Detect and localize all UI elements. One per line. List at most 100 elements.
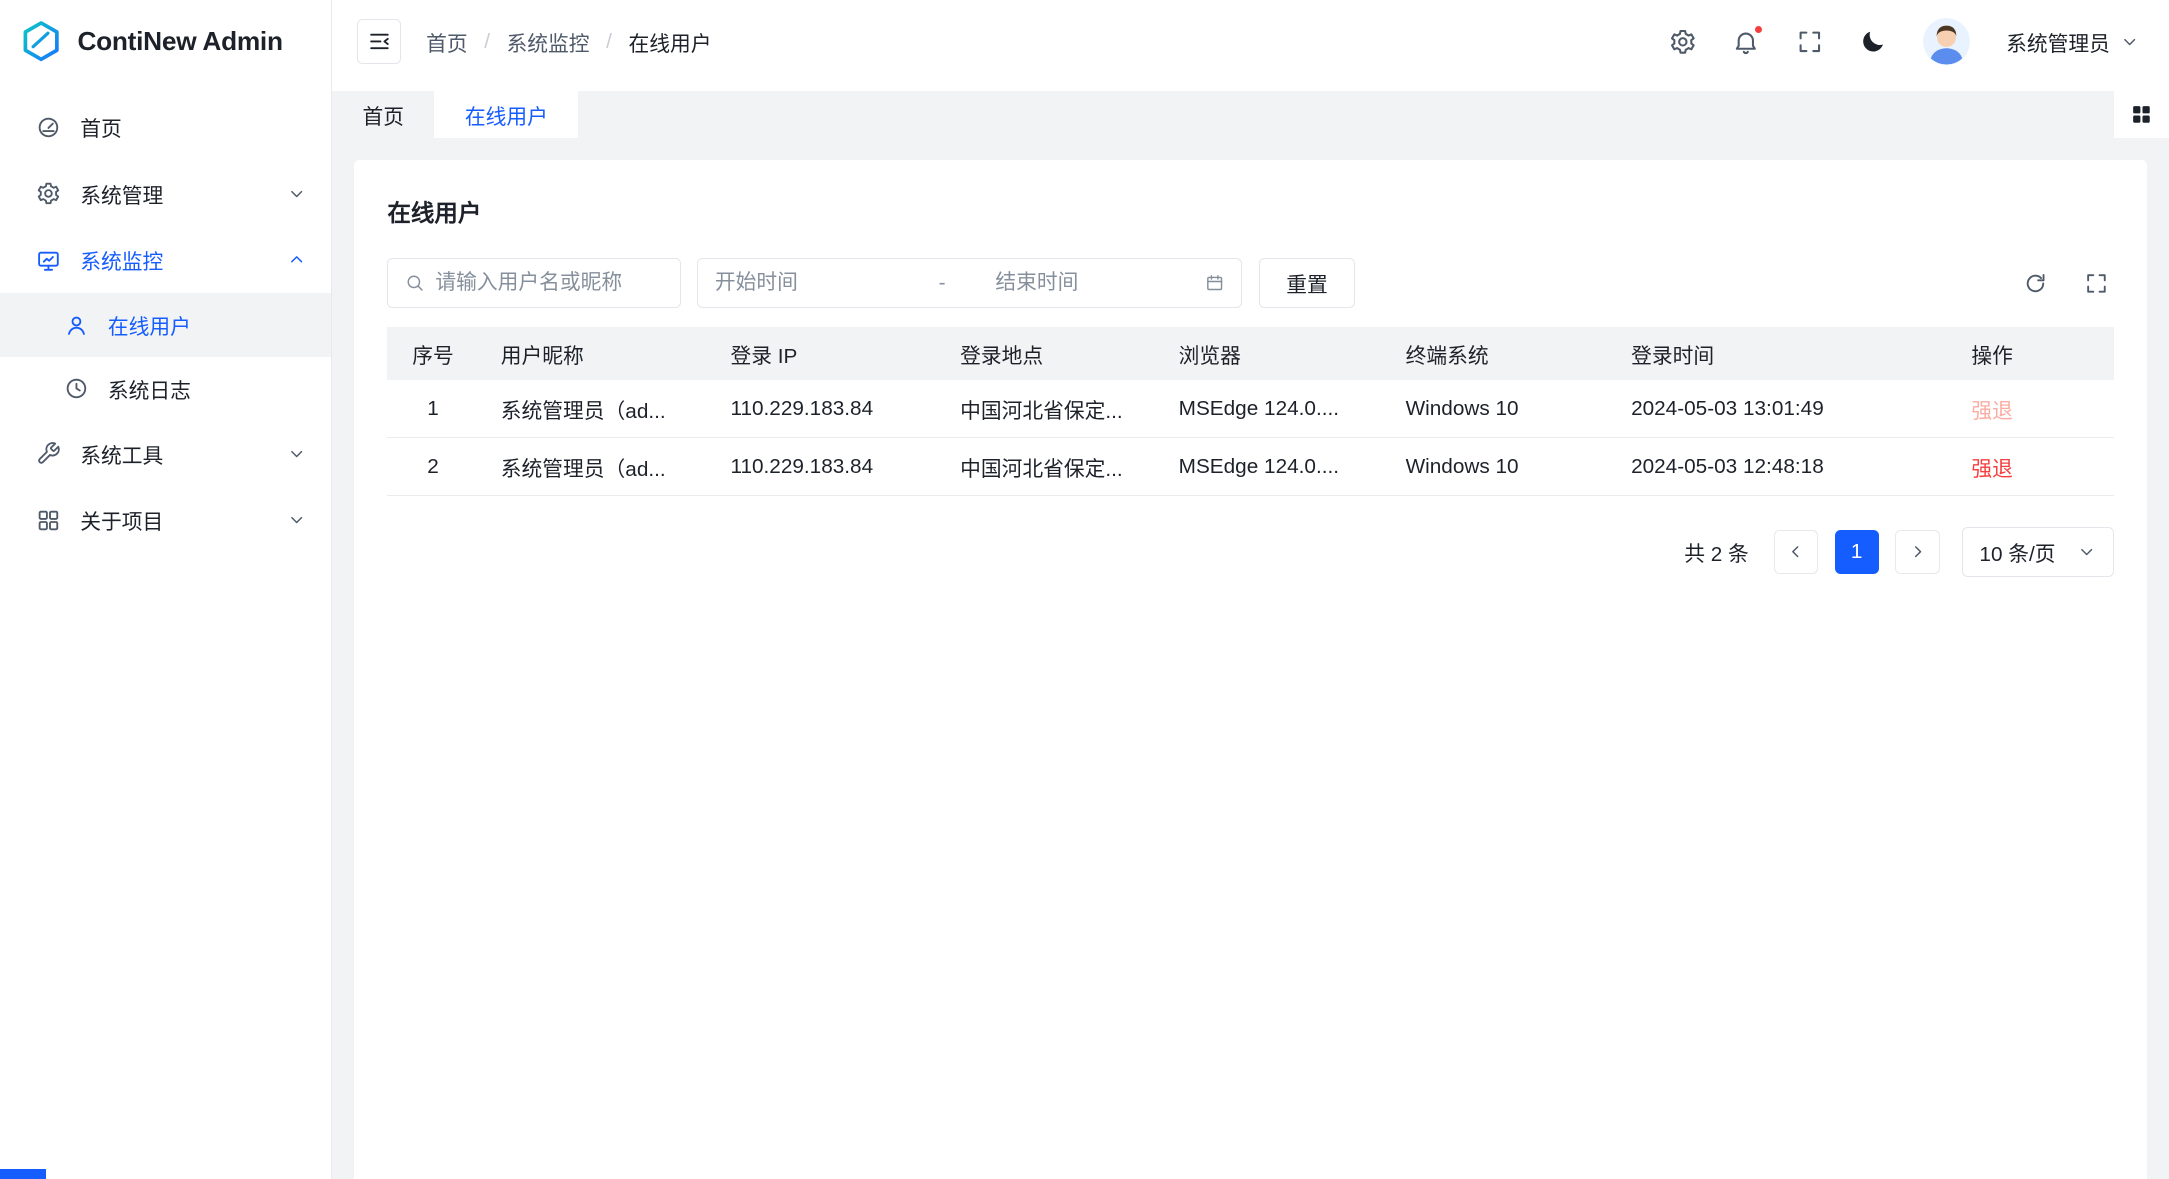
- table-row: 2 系统管理员（ad... 110.229.183.84 中国河北省保定... …: [387, 438, 2114, 496]
- chevron-down-icon: [2120, 32, 2139, 51]
- cell-browser: MSEdge 124.0....: [1157, 438, 1384, 496]
- content-area: 在线用户 - 重置: [332, 138, 2169, 1178]
- cell-nickname: 系统管理员（ad...: [479, 380, 709, 438]
- force-logout-link[interactable]: 强退: [1971, 458, 2013, 481]
- date-range-picker[interactable]: -: [697, 258, 1242, 308]
- menu-fold-icon: [367, 29, 392, 54]
- column-header-ip: 登录 IP: [708, 327, 938, 380]
- app-title: ContiNew Admin: [77, 26, 282, 57]
- column-header-login-time: 登录时间: [1609, 327, 1949, 380]
- reset-button[interactable]: 重置: [1259, 258, 1355, 308]
- prev-page-button[interactable]: [1774, 530, 1818, 574]
- toolbar: - 重置: [387, 258, 2114, 308]
- sidebar-item-home[interactable]: 首页: [0, 94, 331, 160]
- chevron-down-icon: [2077, 542, 2096, 561]
- search-box[interactable]: [387, 258, 680, 308]
- grid-icon: [2129, 102, 2154, 127]
- notifications-button[interactable]: [1732, 28, 1760, 56]
- sidebar-item-system-logs[interactable]: 系统日志: [0, 357, 331, 421]
- sidebar-bottom-accent: [0, 1169, 46, 1179]
- tab-home[interactable]: 首页: [332, 91, 434, 138]
- calendar-icon: [1205, 273, 1224, 292]
- breadcrumb-item-system-monitor[interactable]: 系统监控: [507, 27, 590, 57]
- tab-actions-button[interactable]: [2114, 91, 2169, 138]
- chevron-down-icon: [287, 184, 306, 203]
- breadcrumb: 首页 / 系统监控 / 在线用户: [426, 27, 711, 57]
- sidebar-menu: 首页 系统管理 系统监控 在线用户 系统日志 系统工具: [0, 83, 331, 553]
- table-header-row: 序号 用户昵称 登录 IP 登录地点 浏览器 终端系统 登录时间 操作: [387, 327, 2114, 380]
- online-users-card: 在线用户 - 重置: [354, 160, 2147, 1178]
- sidebar-item-label: 首页: [80, 112, 122, 142]
- chevron-down-icon: [287, 510, 306, 529]
- moon-icon: [1859, 28, 1887, 56]
- sidebar-collapse-button[interactable]: [357, 19, 401, 63]
- settings-button[interactable]: [1669, 28, 1697, 56]
- chevron-right-icon: [1908, 542, 1927, 561]
- cell-ip: 110.229.183.84: [708, 380, 938, 438]
- force-logout-link[interactable]: 强退: [1971, 400, 2013, 423]
- column-header-index: 序号: [387, 327, 478, 380]
- column-header-actions: 操作: [1949, 327, 2114, 380]
- sidebar-item-label: 在线用户: [108, 310, 191, 340]
- column-header-os: 终端系统: [1383, 327, 1609, 380]
- clock-icon: [64, 376, 89, 401]
- table-fullscreen-button[interactable]: [2084, 271, 2109, 296]
- user-menu[interactable]: 系统管理员: [2006, 27, 2139, 57]
- avatar[interactable]: [1923, 18, 1970, 65]
- pagination: 共 2 条 1 10 条/页: [387, 527, 2114, 577]
- page-size-select[interactable]: 10 条/页: [1962, 527, 2114, 577]
- sidebar-item-label: 系统管理: [80, 179, 163, 209]
- breadcrumb-item-online-users: 在线用户: [629, 27, 712, 57]
- avatar-image: [1923, 18, 1970, 65]
- current-page-button[interactable]: 1: [1835, 530, 1879, 574]
- page-title: 在线用户: [387, 194, 2114, 228]
- fullscreen-icon: [1796, 28, 1824, 56]
- top-header: 首页 / 系统监控 / 在线用户: [332, 0, 2169, 83]
- tab-online-users[interactable]: 在线用户: [434, 91, 578, 138]
- page-size-value: 10 条/页: [1979, 537, 2055, 567]
- cell-nickname: 系统管理员（ad...: [479, 438, 709, 496]
- date-separator: -: [925, 271, 984, 295]
- app-logo[interactable]: ContiNew Admin: [0, 0, 331, 83]
- column-header-location: 登录地点: [938, 327, 1157, 380]
- column-header-browser: 浏览器: [1157, 327, 1384, 380]
- search-icon: [405, 273, 424, 292]
- dashboard-icon: [36, 115, 61, 140]
- sidebar-item-label: 关于项目: [80, 505, 163, 535]
- cell-index: 2: [387, 438, 478, 496]
- fullscreen-button[interactable]: [1796, 28, 1824, 56]
- table-row: 1 系统管理员（ad... 110.229.183.84 中国河北省保定... …: [387, 380, 2114, 438]
- logo-hexagon-icon: [19, 19, 63, 63]
- sidebar-item-system-tools[interactable]: 系统工具: [0, 421, 331, 487]
- expand-icon: [2084, 271, 2109, 296]
- end-date-input[interactable]: [995, 271, 1194, 295]
- sidebar-item-online-users[interactable]: 在线用户: [0, 293, 331, 357]
- sidebar-item-system-monitor[interactable]: 系统监控: [0, 227, 331, 293]
- refresh-icon: [2023, 271, 2048, 296]
- breadcrumb-separator: /: [484, 30, 490, 54]
- refresh-button[interactable]: [2023, 271, 2048, 296]
- online-users-table: 序号 用户昵称 登录 IP 登录地点 浏览器 终端系统 登录时间 操作 1: [387, 327, 2114, 496]
- gear-icon: [36, 181, 61, 206]
- breadcrumb-item-home[interactable]: 首页: [426, 27, 468, 57]
- next-page-button[interactable]: [1895, 530, 1939, 574]
- cell-location: 中国河北省保定...: [938, 380, 1157, 438]
- tab-bar: 首页 在线用户: [332, 83, 2169, 138]
- table-tools: [2023, 271, 2114, 296]
- start-date-input[interactable]: [715, 271, 914, 295]
- sidebar: ContiNew Admin 首页 系统管理 系统监控 在线用户: [0, 0, 332, 1179]
- cell-login-time: 2024-05-03 12:48:18: [1609, 438, 1949, 496]
- cell-login-time: 2024-05-03 13:01:49: [1609, 380, 1949, 438]
- apps-icon: [36, 508, 61, 533]
- sidebar-item-about-project[interactable]: 关于项目: [0, 487, 331, 553]
- gear-icon: [1669, 28, 1697, 56]
- cell-os: Windows 10: [1383, 380, 1609, 438]
- dark-mode-toggle[interactable]: [1859, 28, 1887, 56]
- cell-browser: MSEdge 124.0....: [1157, 380, 1384, 438]
- sidebar-item-label: 系统工具: [80, 439, 163, 469]
- search-input[interactable]: [435, 271, 663, 295]
- main-area: 首页 / 系统监控 / 在线用户: [332, 0, 2169, 1179]
- app-window: ContiNew Admin 首页 系统管理 系统监控 在线用户: [0, 0, 2169, 1179]
- sidebar-item-system-management[interactable]: 系统管理: [0, 160, 331, 226]
- breadcrumb-separator: /: [606, 30, 612, 54]
